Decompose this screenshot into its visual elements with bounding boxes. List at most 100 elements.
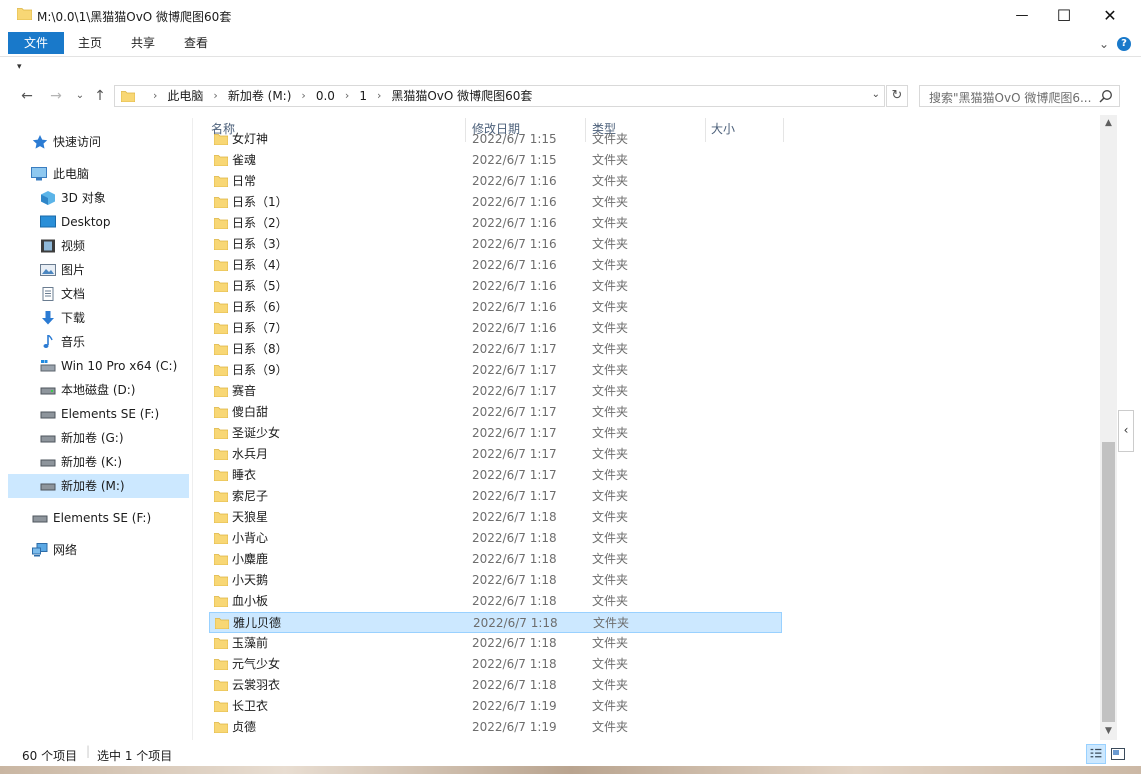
file-name: 雅儿贝德 [233, 616, 282, 630]
file-row[interactable]: 睡衣 2022/6/7 1:17 文件夹 [209, 465, 782, 486]
file-modified-date: 2022/6/7 1:17 [472, 342, 557, 356]
file-modified-date: 2022/6/7 1:18 [472, 594, 557, 608]
details-view-icon[interactable] [1086, 744, 1106, 764]
large-icons-view-icon[interactable] [1108, 744, 1128, 764]
recent-locations-button[interactable]: ⌄ [71, 86, 89, 106]
search-box[interactable]: 搜索"黑猫猫OvO 微博爬图6... [919, 85, 1120, 107]
nav-item-documents[interactable]: 文档 [8, 282, 189, 306]
nav-item-network[interactable]: 网络 [8, 538, 189, 562]
folder-icon [214, 323, 228, 334]
customize-toolbar-icon[interactable]: ▾ [17, 62, 22, 72]
file-row[interactable]: 日系（6） 2022/6/7 1:16 文件夹 [209, 297, 782, 318]
file-name: 天狼星 [232, 510, 269, 524]
nav-item-drive-d[interactable]: 本地磁盘 (D:) [8, 378, 189, 402]
folder-icon [214, 470, 228, 481]
file-row[interactable]: 长卫衣 2022/6/7 1:19 文件夹 [209, 696, 782, 717]
file-row[interactable]: 女灯神 2022/6/7 1:15 文件夹 [209, 129, 782, 150]
file-row[interactable]: 贞德 2022/6/7 1:19 文件夹 [209, 717, 782, 738]
file-modified-date: 2022/6/7 1:18 [472, 657, 557, 671]
vertical-scrollbar[interactable]: ▲ ▼ [1100, 115, 1117, 740]
document-icon [42, 287, 54, 301]
breadcrumb-drive-m[interactable]: 新加卷 (M:) [228, 86, 292, 106]
side-panel-toggle[interactable]: ‹ [1118, 410, 1134, 452]
nav-item-drive-g[interactable]: 新加卷 (G:) [8, 426, 189, 450]
nav-item-elements-se[interactable]: Elements SE (F:) [8, 506, 189, 530]
file-row[interactable]: 天狼星 2022/6/7 1:18 文件夹 [209, 507, 782, 528]
file-row[interactable]: 小麋鹿 2022/6/7 1:18 文件夹 [209, 549, 782, 570]
file-row[interactable]: 血小板 2022/6/7 1:18 文件夹 [209, 591, 782, 612]
file-row[interactable]: 日系（5） 2022/6/7 1:16 文件夹 [209, 276, 782, 297]
file-type: 文件夹 [592, 594, 629, 608]
file-row[interactable]: 日系（8） 2022/6/7 1:17 文件夹 [209, 339, 782, 360]
file-row[interactable]: 雀魂 2022/6/7 1:15 文件夹 [209, 150, 782, 171]
maximize-button[interactable]: ☐ [1041, 0, 1087, 30]
drive-icon [40, 459, 56, 467]
file-type: 文件夹 [592, 258, 629, 272]
file-row[interactable]: 小天鹅 2022/6/7 1:18 文件夹 [209, 570, 782, 591]
file-row[interactable]: 日系（9） 2022/6/7 1:17 文件夹 [209, 360, 782, 381]
scroll-down-button[interactable]: ▼ [1100, 723, 1117, 740]
back-button[interactable]: ← [18, 86, 36, 106]
nav-label: 3D 对象 [61, 191, 106, 205]
forward-button[interactable]: → [47, 86, 65, 106]
file-row[interactable]: 日系（3） 2022/6/7 1:16 文件夹 [209, 234, 782, 255]
file-name: 水兵月 [232, 447, 269, 461]
breadcrumb-1[interactable]: 1 [359, 86, 367, 106]
expand-ribbon-icon[interactable]: ⌄ [1099, 37, 1109, 51]
nav-item-drive-k[interactable]: 新加卷 (K:) [8, 450, 189, 474]
file-row[interactable]: 索尼子 2022/6/7 1:17 文件夹 [209, 486, 782, 507]
file-row[interactable]: 日常 2022/6/7 1:16 文件夹 [209, 171, 782, 192]
nav-item-pictures[interactable]: 图片 [8, 258, 189, 282]
file-row[interactable]: 日系（4） 2022/6/7 1:16 文件夹 [209, 255, 782, 276]
address-bar[interactable]: › 此电脑 › 新加卷 (M:) › 0.0 › 1 › 黑猫猫OvO 微博爬图… [114, 85, 885, 107]
scroll-up-button[interactable]: ▲ [1100, 115, 1117, 132]
up-button[interactable]: ↑ [91, 86, 109, 106]
nav-label: 下载 [61, 311, 86, 325]
nav-item-drive-c[interactable]: Win 10 Pro x64 (C:) [8, 354, 189, 378]
tab-file[interactable]: 文件 [8, 32, 64, 54]
drive-icon [32, 515, 48, 523]
scroll-thumb[interactable] [1102, 442, 1115, 722]
nav-item-quick-access[interactable]: 快速访问 [8, 130, 189, 154]
file-row[interactable]: 云裳羽衣 2022/6/7 1:18 文件夹 [209, 675, 782, 696]
nav-item-desktop[interactable]: Desktop [8, 210, 189, 234]
file-row[interactable]: 玉藻前 2022/6/7 1:18 文件夹 [209, 633, 782, 654]
folder-icon [214, 197, 228, 208]
help-icon[interactable]: ? [1117, 37, 1131, 51]
file-row[interactable]: 日系（2） 2022/6/7 1:16 文件夹 [209, 213, 782, 234]
address-dropdown-icon[interactable]: ⌄ [872, 89, 880, 100]
nav-item-downloads[interactable]: 下载 [8, 306, 189, 330]
breadcrumb-0-0[interactable]: 0.0 [316, 86, 335, 106]
drive-icon [40, 387, 56, 395]
tab-share[interactable]: 共享 [122, 32, 164, 54]
nav-item-this-pc[interactable]: 此电脑 [8, 162, 189, 186]
folder-icon [214, 407, 228, 418]
file-row[interactable]: 雅儿贝德 2022/6/7 1:18 文件夹 [209, 612, 782, 633]
file-row[interactable]: 圣诞少女 2022/6/7 1:17 文件夹 [209, 423, 782, 444]
file-row[interactable]: 小背心 2022/6/7 1:18 文件夹 [209, 528, 782, 549]
file-name: 小麋鹿 [232, 552, 269, 566]
minimize-button[interactable]: — [999, 0, 1045, 30]
breadcrumb-current-folder[interactable]: 黑猫猫OvO 微博爬图60套 [391, 86, 532, 106]
file-name: 日系（3） [232, 237, 288, 251]
file-row[interactable]: 赛音 2022/6/7 1:17 文件夹 [209, 381, 782, 402]
nav-item-videos[interactable]: 视频 [8, 234, 189, 258]
column-divider[interactable] [783, 118, 784, 142]
file-name: 傻白甜 [232, 405, 269, 419]
breadcrumb-this-pc[interactable]: 此电脑 [167, 86, 203, 106]
tab-home[interactable]: 主页 [70, 32, 110, 54]
folder-icon [214, 260, 228, 271]
nav-item-3d-objects[interactable]: 3D 对象 [8, 186, 189, 210]
file-row[interactable]: 傻白甜 2022/6/7 1:17 文件夹 [209, 402, 782, 423]
refresh-button[interactable]: ↻ [886, 85, 908, 107]
nav-item-drive-f[interactable]: Elements SE (F:) [8, 402, 189, 426]
tab-view[interactable]: 查看 [175, 32, 217, 54]
nav-item-music[interactable]: 音乐 [8, 330, 189, 354]
nav-item-drive-m[interactable]: 新加卷 (M:) [8, 474, 189, 498]
file-row[interactable]: 日系（7） 2022/6/7 1:16 文件夹 [209, 318, 782, 339]
file-row[interactable]: 日系（1） 2022/6/7 1:16 文件夹 [209, 192, 782, 213]
file-row[interactable]: 元气少女 2022/6/7 1:18 文件夹 [209, 654, 782, 675]
close-button[interactable]: ✕ [1087, 0, 1133, 30]
search-icon[interactable] [1099, 89, 1113, 103]
file-row[interactable]: 水兵月 2022/6/7 1:17 文件夹 [209, 444, 782, 465]
